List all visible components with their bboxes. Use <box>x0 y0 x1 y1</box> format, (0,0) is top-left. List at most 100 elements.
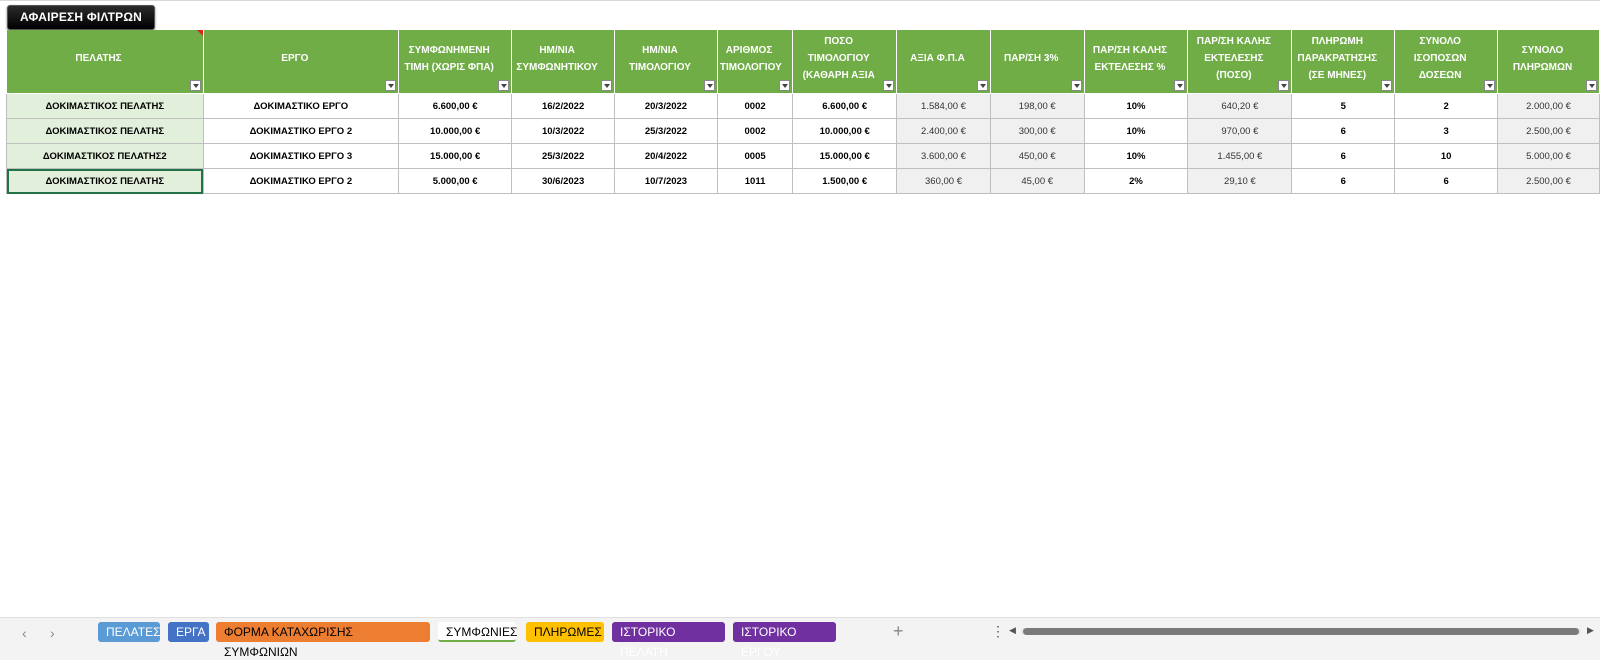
table-cell[interactable]: 25/3/2022 <box>511 143 616 169</box>
table-cell[interactable]: 16/2/2022 <box>511 93 616 119</box>
table-cell[interactable]: 198,00 € <box>989 93 1085 119</box>
scrollbar-thumb[interactable] <box>1023 628 1579 635</box>
table-cell[interactable]: ΔΟΚΙΜΑΣΤΙΚΟ ΕΡΓΟ 2 <box>202 118 400 144</box>
table-cell[interactable]: 15.000,00 € <box>398 143 513 169</box>
filter-dropdown-icon[interactable] <box>385 80 397 91</box>
table-cell[interactable]: 6 <box>1291 168 1396 194</box>
column-header[interactable]: ΑΡΙΘΜΟΣ ΤΙΜΟΛΟΓΙΟΥ <box>717 30 794 94</box>
table-cell[interactable]: 300,00 € <box>989 118 1085 144</box>
table-cell[interactable]: 6.600,00 € <box>792 93 898 119</box>
sheet-tab[interactable]: ΦΟΡΜΑ ΚΑΤΑΧΩΡΙΣΗΣ ΣΥΜΦΩΝΙΩΝ <box>216 622 430 659</box>
table-cell[interactable]: 640,20 € <box>1187 93 1293 119</box>
table-cell[interactable]: 2.000,00 € <box>1497 93 1600 119</box>
sheet-tab[interactable]: ΣΥΜΦΩΝΙΕΣ <box>438 622 517 642</box>
sheet-tab[interactable]: ΠΕΛΑΤΕΣ <box>98 622 161 642</box>
table-cell[interactable]: 30/6/2023 <box>511 168 616 194</box>
table-cell[interactable]: 10 <box>1394 143 1499 169</box>
table-cell[interactable]: 2% <box>1083 168 1189 194</box>
table-cell[interactable]: 2.500,00 € <box>1497 168 1600 194</box>
table-cell[interactable]: 0002 <box>716 118 794 144</box>
table-cell[interactable]: 10/7/2023 <box>614 168 718 194</box>
filter-dropdown-icon[interactable] <box>1070 80 1082 91</box>
filter-dropdown-icon[interactable] <box>498 80 510 91</box>
filter-dropdown-icon[interactable] <box>189 80 201 91</box>
filter-dropdown-icon[interactable] <box>601 80 613 91</box>
table-cell[interactable]: 1.584,00 € <box>896 93 991 119</box>
filter-dropdown-icon[interactable] <box>1586 80 1597 91</box>
table-cell[interactable]: 5.000,00 € <box>1497 143 1600 169</box>
filter-dropdown-icon[interactable] <box>1381 80 1393 91</box>
column-header[interactable]: ΠΛΗΡΩΜΗ ΠΑΡΑΚΡΑΤΗΣΗΣ (ΣΕ ΜΗΝΕΣ) <box>1291 30 1396 94</box>
table-cell[interactable]: 5.000,00 € <box>398 168 513 194</box>
table-cell[interactable]: 10% <box>1083 93 1189 119</box>
table-cell[interactable]: 1.500,00 € <box>792 168 898 194</box>
add-sheet-icon[interactable]: + <box>893 621 904 642</box>
sheet-tab[interactable]: ΠΛΗΡΩΜΕΣ <box>526 622 604 642</box>
column-header[interactable]: ΠΑΡ/ΣΗ ΚΑΛΗΣ ΕΚΤΕΛΕΣΗΣ % <box>1084 30 1189 94</box>
table-cell[interactable]: ΔΟΚΙΜΑΣΤΙΚΟΣ ΠΕΛΑΤΗΣ <box>6 168 204 194</box>
table-cell[interactable]: 360,00 € <box>896 168 991 194</box>
column-header[interactable]: ΗΜ/ΝΙΑ ΣΥΜΦΩΝΗΤΙΚΟΥ <box>511 30 616 94</box>
filter-dropdown-icon[interactable] <box>883 80 895 91</box>
table-cell[interactable]: 3.600,00 € <box>896 143 991 169</box>
remove-filters-button[interactable]: ΑΦΑΙΡΕΣΗ ΦΙΛΤΡΩΝ <box>7 5 155 30</box>
table-cell[interactable]: 5 <box>1291 93 1396 119</box>
table-cell[interactable]: 450,00 € <box>989 143 1085 169</box>
table-cell[interactable]: 2 <box>1394 93 1499 119</box>
sheet-tab[interactable]: ΕΡΓΑ <box>168 622 209 642</box>
table-cell[interactable]: 6 <box>1291 118 1396 144</box>
column-header[interactable]: ΗΜ/ΝΙΑ ΤΙΜΟΛΟΓΙΟΥ <box>614 30 718 94</box>
table-cell[interactable]: 0005 <box>716 143 794 169</box>
column-header[interactable]: ΠΑΡ/ΣΗ 3% <box>990 30 1085 94</box>
column-header[interactable]: ΠΕΛΑΤΗΣ <box>6 30 204 94</box>
column-header[interactable]: ΑΞΙΑ Φ.Π.Α <box>896 30 991 94</box>
scroll-left-icon[interactable]: ◀ <box>1009 625 1016 636</box>
table-cell[interactable]: 10.000,00 € <box>792 118 898 144</box>
table-cell[interactable]: 20/4/2022 <box>614 143 718 169</box>
column-header[interactable]: ΣΥΜΦΩΝΗΜΕΝΗ ΤΙΜΗ (ΧΩΡΙΣ ΦΠΑ) <box>398 30 513 94</box>
table-cell[interactable]: 10/3/2022 <box>511 118 616 144</box>
column-header[interactable]: ΠΟΣΟ ΤΙΜΟΛΟΓΙΟΥ (ΚΑΘΑΡΗ ΑΞΙΑ <box>792 30 898 94</box>
more-options-icon[interactable]: ⋮ <box>991 623 1005 640</box>
table-cell[interactable]: 1.455,00 € <box>1187 143 1293 169</box>
table-cell[interactable]: ΔΟΚΙΜΑΣΤΙΚΟΣ ΠΕΛΑΤΗΣ <box>6 118 204 144</box>
scroll-right-icon[interactable]: ▶ <box>1587 625 1594 636</box>
table-cell[interactable]: 25/3/2022 <box>614 118 718 144</box>
table-cell[interactable]: 45,00 € <box>989 168 1085 194</box>
sheet-tab[interactable]: ΙΣΤΟΡΙΚΟ ΕΡΓΟΥ <box>733 622 836 659</box>
table-cell[interactable]: ΔΟΚΙΜΑΣΤΙΚΟΣ ΠΕΛΑΤΗΣ2 <box>6 143 204 169</box>
table-cell[interactable]: 10% <box>1083 143 1189 169</box>
filter-dropdown-icon[interactable] <box>1278 80 1290 91</box>
table-cell[interactable]: 20/3/2022 <box>614 93 718 119</box>
filter-dropdown-icon[interactable] <box>1174 80 1186 91</box>
column-header[interactable]: ΣΥΝΟΛΟ ΠΛΗΡΩΜΩΝ <box>1497 30 1600 94</box>
prev-sheet-icon[interactable]: ‹ <box>22 625 27 641</box>
column-header[interactable]: ΠΑΡ/ΣΗ ΚΑΛΗΣ ΕΚΤΕΛΕΣΗΣ (ΠΟΣΟ) <box>1187 30 1293 94</box>
table-cell[interactable]: 10.000,00 € <box>398 118 513 144</box>
table-cell[interactable]: 970,00 € <box>1187 118 1293 144</box>
table-cell[interactable]: 2.400,00 € <box>896 118 991 144</box>
table-cell[interactable]: 6 <box>1291 143 1396 169</box>
table-cell[interactable]: ΔΟΚΙΜΑΣΤΙΚΟ ΕΡΓΟ 2 <box>202 168 400 194</box>
table-cell[interactable]: 15.000,00 € <box>792 143 898 169</box>
filter-dropdown-icon[interactable] <box>1484 80 1496 91</box>
filter-dropdown-icon[interactable] <box>976 80 988 91</box>
table-cell[interactable]: 3 <box>1394 118 1499 144</box>
horizontal-scrollbar[interactable]: ◀ ▶ <box>1009 625 1595 637</box>
sheet-tab[interactable]: ΙΣΤΟΡΙΚΟ ΠΕΛΑΤΗ <box>612 622 725 659</box>
table-cell[interactable]: 0002 <box>716 93 794 119</box>
table-cell[interactable]: ΔΟΚΙΜΑΣΤΙΚΟ ΕΡΓΟ <box>202 93 400 119</box>
table-cell[interactable]: ΔΟΚΙΜΑΣΤΙΚΟΣ ΠΕΛΑΤΗΣ <box>6 93 204 119</box>
column-header[interactable]: ΣΥΝΟΛΟ ΙΣΟΠΟΣΩΝ ΔΟΣΕΩΝ <box>1394 30 1499 94</box>
table-cell[interactable]: ΔΟΚΙΜΑΣΤΙΚΟ ΕΡΓΟ 3 <box>202 143 400 169</box>
table-cell[interactable]: 6 <box>1394 168 1499 194</box>
column-header[interactable]: ΕΡΓΟ <box>203 30 400 94</box>
filter-dropdown-icon[interactable] <box>703 80 715 91</box>
table-cell[interactable]: 29,10 € <box>1187 168 1293 194</box>
next-sheet-icon[interactable]: › <box>50 625 55 641</box>
table-cell[interactable]: 10% <box>1083 118 1189 144</box>
table-cell[interactable]: 1011 <box>716 168 794 194</box>
table-cell[interactable]: 2.500,00 € <box>1497 118 1600 144</box>
filter-dropdown-icon[interactable] <box>779 80 791 91</box>
table-cell[interactable]: 6.600,00 € <box>398 93 513 119</box>
